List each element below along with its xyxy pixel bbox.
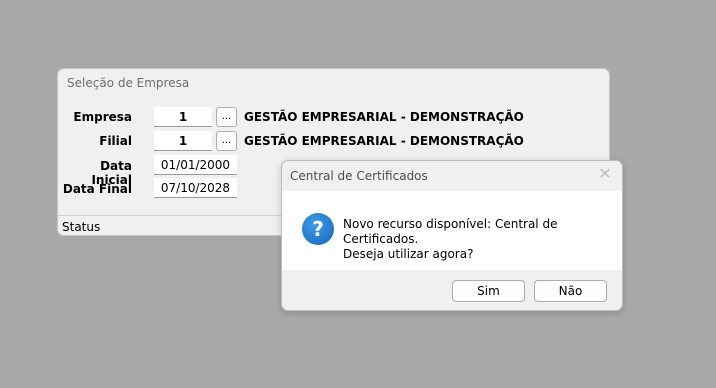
dialog-message: Novo recurso disponível: Central de Cert… [343,217,622,262]
status-text: Status [62,220,101,234]
empresa-lookup-button[interactable]: ... [216,107,237,127]
filial-name: GESTÃO EMPRESARIAL - DEMONSTRAÇÃO [244,134,524,148]
empresa-code-field[interactable] [154,107,212,127]
certificate-center-dialog: Central de Certificados ✕ ? Novo recurso… [281,160,623,311]
filial-code-field[interactable] [154,131,212,151]
data-final-field[interactable] [154,178,237,198]
empresa-label: Empresa [73,110,132,124]
message-line-1: Novo recurso disponível: Central de Cert… [343,217,558,246]
yes-button[interactable]: Sim [452,280,525,302]
data-final-label: Data Final [62,182,132,196]
dialog-title: Central de Certificados [290,169,428,183]
filial-label: Filial [99,134,132,148]
question-icon: ? [302,213,334,245]
data-inicial-field[interactable] [154,155,237,175]
filial-lookup-button[interactable]: ... [216,131,237,151]
dialog-body: ? Novo recurso disponível: Central de Ce… [282,191,622,270]
close-icon[interactable]: ✕ [596,165,614,183]
no-button[interactable]: Não [534,280,607,302]
window-title: Seleção de Empresa [67,76,190,90]
empresa-name: GESTÃO EMPRESARIAL - DEMONSTRAÇÃO [244,110,524,124]
message-line-2: Deseja utilizar agora? [343,247,474,261]
